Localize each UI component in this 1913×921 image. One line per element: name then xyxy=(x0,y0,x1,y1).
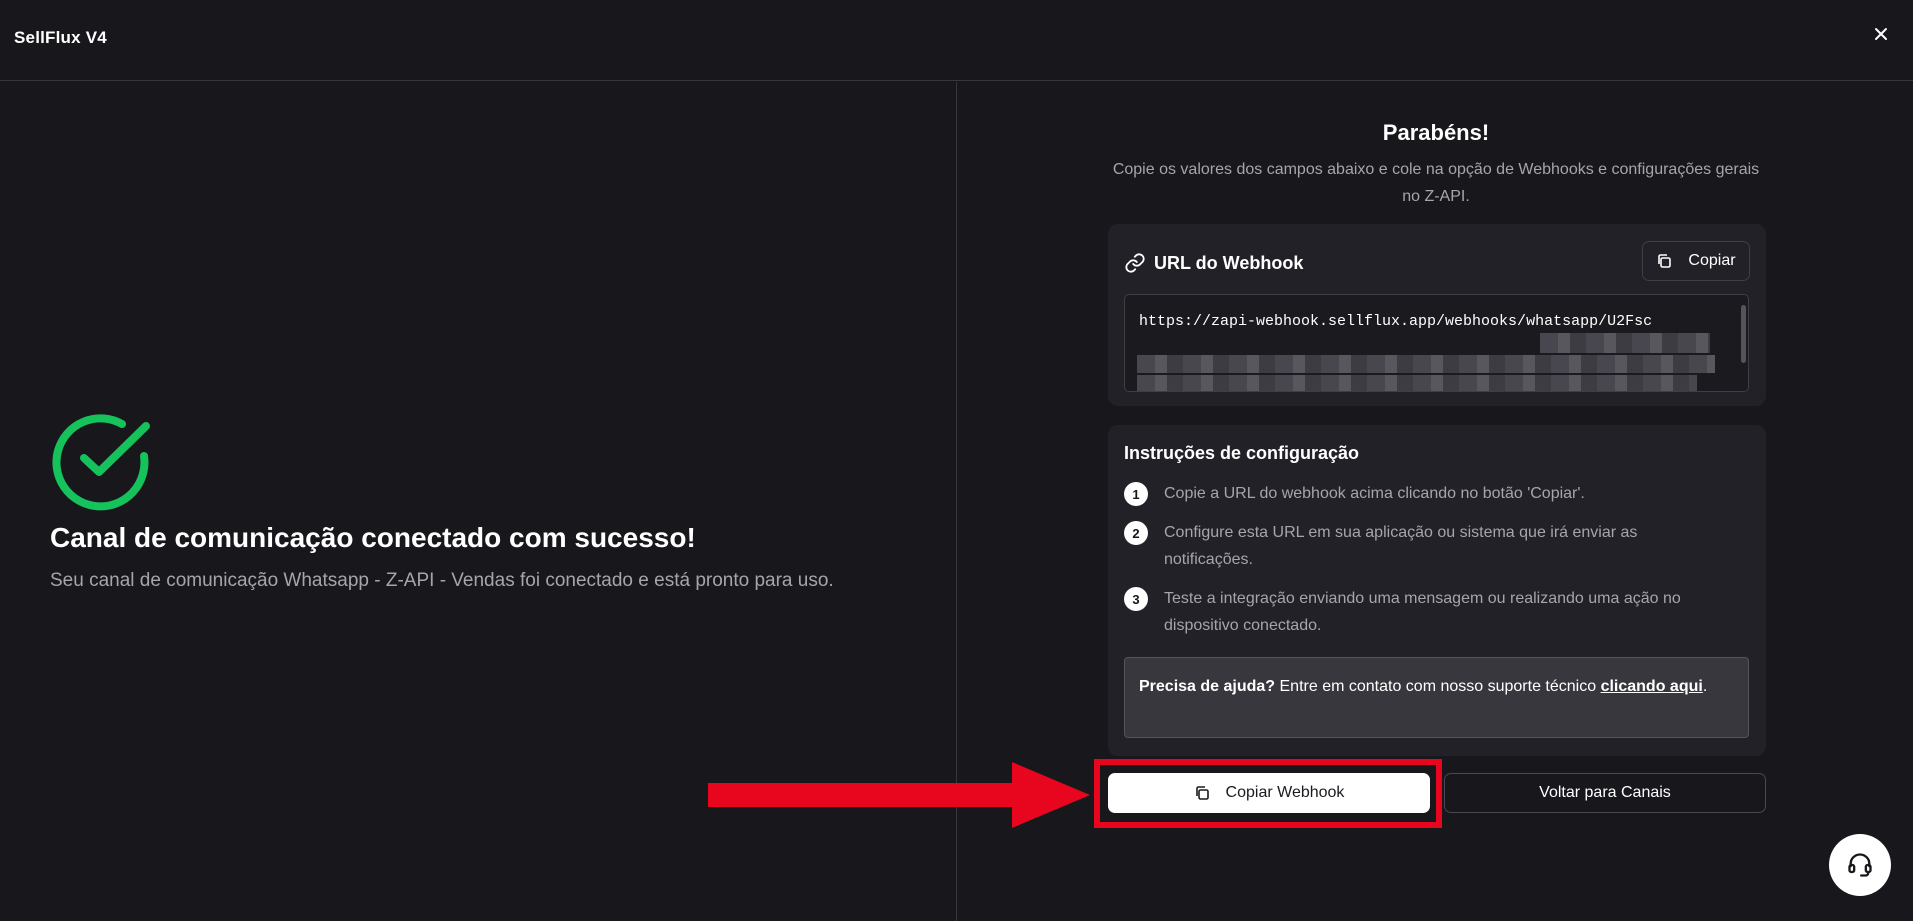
support-link[interactable]: clicando aqui xyxy=(1601,678,1703,695)
webhook-label: URL do Webhook xyxy=(1154,252,1304,273)
step-number: 2 xyxy=(1124,521,1148,545)
redacted-block xyxy=(1137,375,1697,391)
copy-icon xyxy=(1656,253,1672,269)
redacted-block xyxy=(1137,355,1715,373)
copy-url-button[interactable]: Copiar xyxy=(1642,241,1750,281)
headset-icon[interactable] xyxy=(1829,834,1891,896)
webhook-url-text: https://zapi-webhook.sellflux.app/webhoo… xyxy=(1139,313,1653,330)
webhook-url-field[interactable]: https://zapi-webhook.sellflux.app/webhoo… xyxy=(1124,294,1749,392)
success-description: Seu canal de comunicação Whatsapp - Z-AP… xyxy=(50,570,834,591)
close-icon[interactable] xyxy=(1869,22,1893,46)
app-title: SellFlux V4 xyxy=(14,28,107,47)
congrats-description: Copie os valores dos campos abaixo e col… xyxy=(1112,161,1760,205)
help-bold: Precisa de ajuda? xyxy=(1139,678,1276,695)
step-number: 1 xyxy=(1124,482,1148,506)
step-text: Teste a integração enviando uma mensagem… xyxy=(1164,590,1681,634)
instruction-step: 3 Teste a integração enviando uma mensag… xyxy=(1124,587,1724,639)
webhook-header: URL do Webhook xyxy=(1124,252,1303,274)
instruction-step: 1 Copie a URL do webhook acima clicando … xyxy=(1124,482,1724,507)
url-scrollbar[interactable] xyxy=(1741,305,1746,363)
step-number: 3 xyxy=(1124,587,1148,611)
copy-icon xyxy=(1194,785,1210,801)
copy-webhook-label: Copiar Webhook xyxy=(1225,784,1345,801)
help-end: . xyxy=(1702,678,1708,695)
copy-webhook-button[interactable]: Copiar Webhook xyxy=(1108,773,1430,813)
top-bar: SellFlux V4 xyxy=(0,0,1913,81)
redacted-block xyxy=(1540,333,1710,353)
step-text: Copie a URL do webhook acima clicando no… xyxy=(1164,485,1585,502)
step-text: Configure esta URL em sua aplicação ou s… xyxy=(1164,524,1638,568)
congrats-title: Parabéns! xyxy=(1382,120,1490,145)
help-text: Entre em contato com nosso suporte técni… xyxy=(1275,678,1601,695)
instructions-title: Instruções de configuração xyxy=(1124,443,1360,463)
webhook-card: URL do Webhook Copiar https://zapi-webho… xyxy=(1108,224,1766,406)
check-circle-icon xyxy=(50,408,154,512)
success-title: Canal de comunicação conectado com suces… xyxy=(50,522,696,553)
help-box: Precisa de ajuda? Entre em contato com n… xyxy=(1124,657,1749,738)
link-icon xyxy=(1124,252,1146,274)
instruction-step: 2 Configure esta URL em sua aplicação ou… xyxy=(1124,521,1724,573)
back-to-channels-button[interactable]: Voltar para Canais xyxy=(1444,773,1766,813)
copy-url-label: Copiar xyxy=(1688,252,1736,269)
instructions-card: Instruções de configuração 1 Copie a URL… xyxy=(1108,425,1766,756)
annotation-arrow-icon xyxy=(708,762,1090,828)
